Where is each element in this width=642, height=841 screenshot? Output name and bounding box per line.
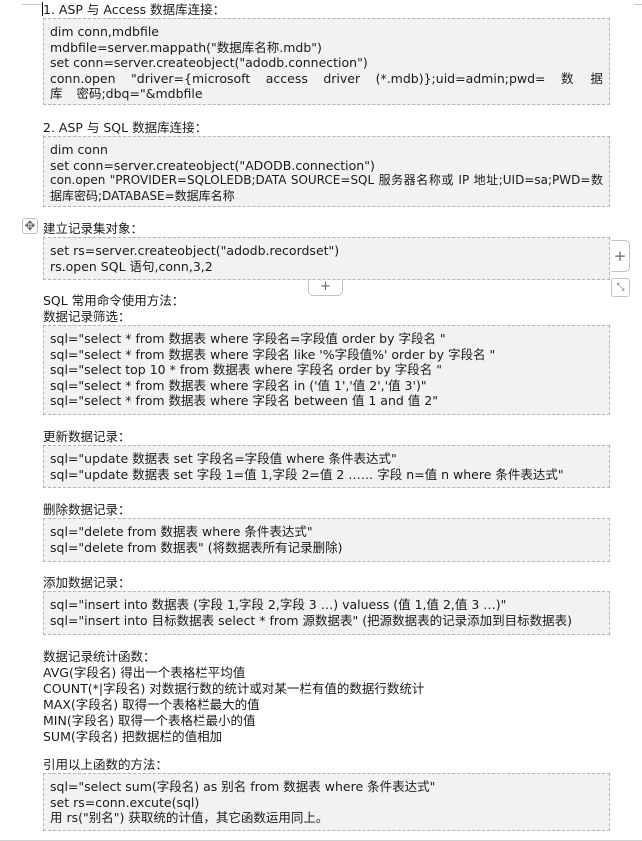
aggregate-item: MIN(字段名) 取得一个表格栏最小的值 (43, 713, 256, 728)
code-line: sql="insert into 目标数据表 select * from 源数据… (50, 612, 573, 628)
code-line: sql="select sum(字段名) as 别名 from 数据表 wher… (50, 779, 436, 794)
section-heading-sql-usage: SQL 常用命令使用方法： (43, 293, 185, 308)
code-line: set rs=conn.excute(sql) (50, 794, 200, 810)
code-line: sql="select top 10 * from 数据表 where 字段名 … (50, 362, 443, 377)
section-heading-aggregate: 数据记录统计函数： (43, 649, 156, 664)
add-column-button[interactable]: + (611, 240, 630, 272)
add-row-button[interactable]: + (308, 280, 343, 296)
aggregate-item: COUNT(*|字段名) 对数据行数的统计或对某一栏有值的数据行数统计 (43, 681, 425, 696)
code-block-usage[interactable]: sql="select sum(字段名) as 别名 from 数据表 wher… (43, 773, 610, 831)
code-line: set conn=server.createobject("ADODB.conn… (50, 157, 375, 173)
code-block-update[interactable]: sql="update 数据表 set 字段名=字段值 where 条件表达式"… (43, 445, 610, 488)
code-line: sql="select * from 数据表 where 字段名 like '%… (50, 346, 496, 362)
page-margin-mark (634, 4, 642, 5)
code-line: sql="delete from 数据表 where 条件表达式" (50, 524, 313, 539)
plus-icon: + (613, 247, 627, 265)
section-heading-filter: 数据记录筛选： (43, 309, 131, 324)
aggregate-item: MAX(字段名) 取得一个表格栏最大的值 (43, 697, 260, 712)
aggregate-item: AVG(字段名) 得出一个表格栏平均值 (43, 665, 246, 680)
section-heading-delete: 删除数据记录： (43, 502, 131, 517)
code-line: sql="delete from 数据表" (将数据表所有记录删除) (50, 539, 343, 555)
code-block-recordset[interactable]: set rs=server.createobject("adodb.record… (43, 237, 610, 280)
page-margin-mark (22, 4, 42, 5)
code-line: sql="select * from 数据表 where 字段名 between… (50, 393, 438, 408)
aggregate-item: SUM(字段名) 把数据栏的值相加 (43, 729, 223, 744)
section-heading-access: 1. ASP 与 Access 数据库连接： (43, 2, 226, 17)
code-block-access[interactable]: dim conn,mdbfile mdbfile=server.mappath(… (43, 18, 610, 105)
section-heading-update: 更新数据记录： (43, 429, 131, 444)
section-heading-insert: 添加数据记录： (43, 575, 131, 590)
section-heading-recordset: 建立记录集对象： (43, 221, 144, 236)
code-block-insert[interactable]: sql="insert into 数据表 (字段 1,字段 2,字段 3 …) … (43, 591, 610, 635)
section-heading-usage: 引用以上函数的方法： (43, 757, 169, 772)
code-line: dim conn,mdbfile (50, 24, 159, 39)
table-resize-handle[interactable]: ⤡ (611, 278, 630, 297)
code-line: mdbfile=server.mappath("数据库名称.mdb") (50, 39, 322, 55)
section-heading-sql-server: 2. ASP 与 SQL 数据库连接： (43, 120, 208, 135)
resize-diagonal-icon: ⤡ (616, 282, 625, 293)
code-line: dim conn (50, 142, 108, 157)
code-line: sql="update 数据表 set 字段名=字段值 where 条件表达式" (50, 451, 397, 466)
plus-icon: + (320, 279, 331, 294)
table-move-handle[interactable]: ✥ (22, 218, 38, 234)
move-arrows-icon: ✥ (24, 219, 36, 234)
code-line: sql="insert into 数据表 (字段 1,字段 2,字段 3 …) … (50, 597, 507, 612)
code-line: con.open "PROVIDER=SQLOLEDB;DATA SOURCE=… (50, 173, 603, 203)
code-line: sql="select * from 数据表 where 字段名 in ('值 … (50, 377, 427, 393)
code-block-filter[interactable]: sql="select * from 数据表 where 字段名=字段值 ord… (43, 325, 610, 415)
code-line: sql="select * from 数据表 where 字段名=字段值 ord… (50, 331, 446, 346)
code-line: rs.open SQL 语句,conn,3,2 (50, 258, 213, 274)
code-block-delete[interactable]: sql="delete from 数据表 where 条件表达式" sql="d… (43, 518, 610, 562)
code-line: sql="update 数据表 set 字段 1=值 1,字段 2=值 2 ……… (50, 466, 564, 482)
code-line: set conn=server.createobject("adodb.conn… (50, 55, 368, 70)
code-line: set rs=server.createobject("adodb.record… (50, 243, 340, 258)
code-line: 用 rs("别名") 获取统的计值，其它函数运用同上。 (50, 810, 329, 825)
code-line: conn.open "driver={microsoft access driv… (50, 70, 603, 102)
code-block-sql-server[interactable]: dim conn set conn=server.createobject("A… (43, 136, 610, 207)
